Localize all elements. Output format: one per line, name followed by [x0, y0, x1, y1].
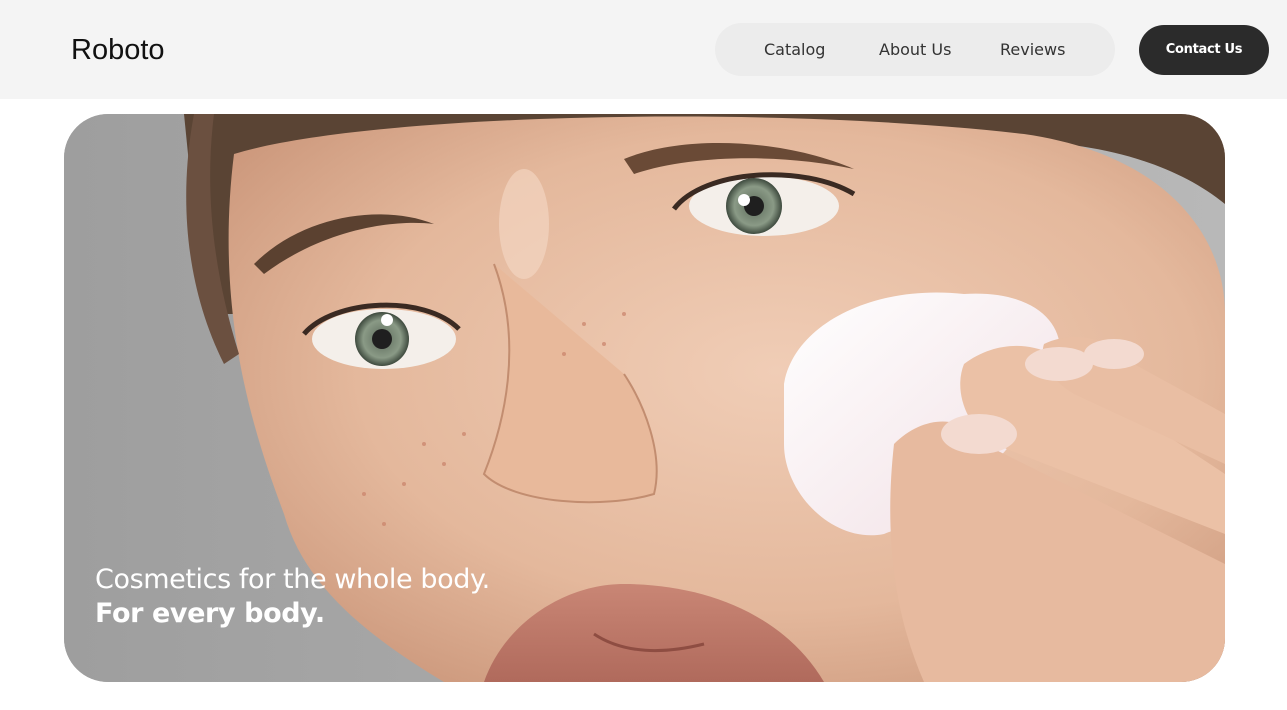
- logo[interactable]: Roboto: [71, 33, 165, 67]
- site-header: Roboto Catalog About Us Reviews Contact …: [0, 0, 1287, 99]
- nav-link-reviews[interactable]: Reviews: [1000, 23, 1065, 76]
- contact-us-button[interactable]: Contact Us: [1139, 25, 1269, 75]
- hero-headline-bold: For every body.: [95, 598, 325, 629]
- nav-link-catalog[interactable]: Catalog: [764, 23, 825, 76]
- hero-headline: Cosmetics for the whole body. For every …: [95, 563, 515, 631]
- main-nav: Catalog About Us Reviews: [715, 23, 1115, 76]
- hero-banner: Cosmetics for the whole body. For every …: [64, 114, 1225, 682]
- nav-link-about-us[interactable]: About Us: [879, 23, 951, 76]
- hero-headline-regular: Cosmetics for the whole body.: [95, 564, 490, 595]
